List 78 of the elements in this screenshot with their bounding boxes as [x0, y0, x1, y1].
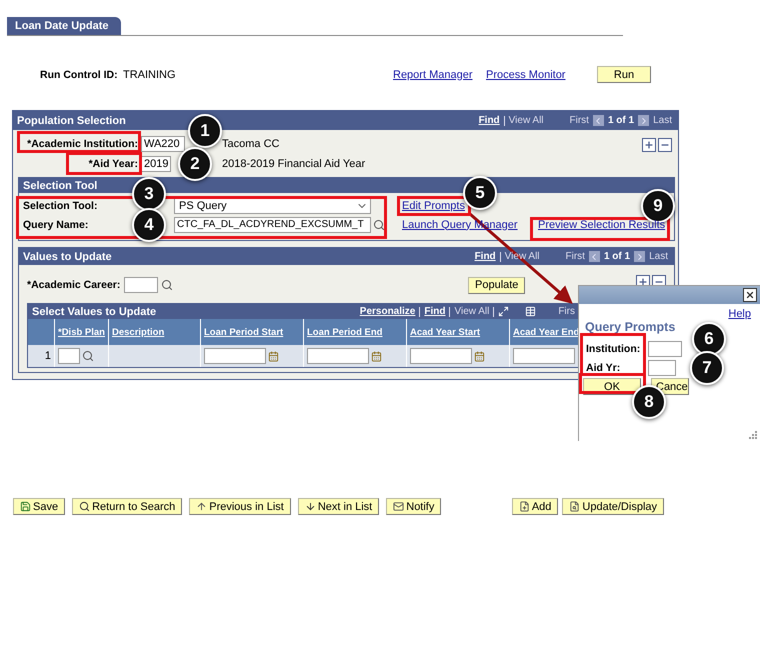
field-label: Institution: — [586, 342, 640, 354]
page-count: 1 of 1 — [604, 251, 630, 262]
add-document-icon — [518, 501, 530, 512]
view-all-text: View All — [454, 306, 490, 317]
date-field[interactable] — [410, 348, 472, 364]
add-row-icon[interactable] — [642, 138, 656, 152]
search-icon — [161, 279, 173, 291]
report-manager-link[interactable]: Report Manager — [393, 68, 486, 80]
populate-button[interactable]: Populate — [468, 276, 526, 294]
help-link[interactable]: Help — [728, 308, 751, 320]
field-label: Aid Yr: — [586, 362, 620, 374]
last-text: Last — [653, 115, 672, 126]
delete-row-icon[interactable] — [658, 138, 672, 152]
row-number: 1 — [44, 350, 51, 362]
calendar-icon — [371, 350, 382, 362]
personalize-link[interactable]: Personalize — [360, 306, 416, 317]
down-arrow-icon — [304, 501, 316, 512]
up-arrow-icon — [196, 501, 208, 512]
input-field[interactable] — [124, 277, 158, 293]
run-control-label: Run Control ID: — [40, 68, 118, 80]
page-count: 1 of 1 — [608, 115, 634, 126]
page-tab[interactable]: Loan Date Update — [7, 17, 121, 35]
field-label: *Academic Career: — [27, 279, 120, 291]
toolbar-button[interactable]: Add — [512, 498, 558, 515]
first-text: Firs — [558, 306, 575, 317]
field-label: *Aid Year: — [88, 158, 138, 170]
input-field[interactable]: 2019 — [141, 156, 171, 172]
process-monitor-link[interactable]: Process Monitor — [486, 68, 597, 80]
spreadsheet-icon — [525, 306, 536, 317]
date-field[interactable] — [204, 348, 266, 364]
run-button[interactable]: Run — [597, 66, 651, 83]
search-icon — [82, 350, 94, 362]
edit-prompts-link[interactable]: Edit Prompts — [402, 200, 465, 212]
calendar-icon — [474, 350, 485, 362]
toolbar-button[interactable]: Save — [13, 498, 66, 515]
find-link[interactable]: Find — [478, 115, 500, 126]
envelope-icon — [393, 501, 404, 512]
query-name-field[interactable]: CTC_FA_DL_ACDYREND_EXCSUMM_T — [174, 216, 371, 232]
search-icon — [79, 501, 90, 512]
toolbar-button[interactable]: Previous in List — [189, 498, 291, 515]
field-description: Tacoma CC — [222, 138, 280, 150]
toolbar-button[interactable]: Return to Search — [72, 498, 182, 515]
toolbar-button[interactable]: Update/Display — [562, 498, 664, 515]
last-text: Last — [649, 251, 668, 262]
close-icon[interactable] — [743, 288, 757, 302]
panel-title: Values to Update — [23, 250, 112, 262]
document-search-icon — [569, 501, 580, 512]
resize-grip-icon[interactable] — [749, 431, 757, 439]
panel-title: Selection Tool — [23, 180, 98, 192]
next-icon[interactable] — [634, 251, 646, 262]
previous-icon[interactable] — [592, 115, 604, 126]
dialog-heading: Query Prompts — [585, 320, 676, 334]
save-icon — [20, 501, 31, 512]
search-icon — [373, 218, 385, 230]
calendar-icon — [268, 350, 279, 362]
panel-title: Population Selection — [17, 114, 126, 126]
field-label: Selection Tool: — [23, 200, 98, 212]
next-icon[interactable] — [638, 115, 650, 126]
first-text: First — [566, 251, 585, 262]
run-control-value: TRAINING — [123, 68, 177, 80]
find-link[interactable]: Find — [424, 306, 446, 317]
field-description: 2018-2019 Financial Aid Year — [222, 158, 366, 170]
previous-icon[interactable] — [588, 251, 600, 262]
grid-title: Select Values to Update — [32, 306, 156, 318]
input-field[interactable]: WA220 — [141, 136, 185, 152]
field-label: *Academic Institution: — [27, 138, 138, 150]
input-field[interactable] — [648, 340, 682, 356]
view-all-text: View All — [508, 115, 544, 126]
input-field[interactable] — [58, 348, 80, 364]
toolbar-button[interactable]: Notify — [386, 498, 442, 515]
first-text: First — [570, 115, 589, 126]
field-label: Query Name: — [23, 218, 88, 230]
find-link[interactable]: Find — [474, 251, 496, 262]
toolbar-button[interactable]: Next in List — [298, 498, 380, 515]
date-field[interactable] — [307, 348, 369, 364]
expand-icon — [498, 306, 510, 317]
input-field[interactable] — [648, 360, 676, 376]
date-field[interactable] — [513, 348, 575, 364]
